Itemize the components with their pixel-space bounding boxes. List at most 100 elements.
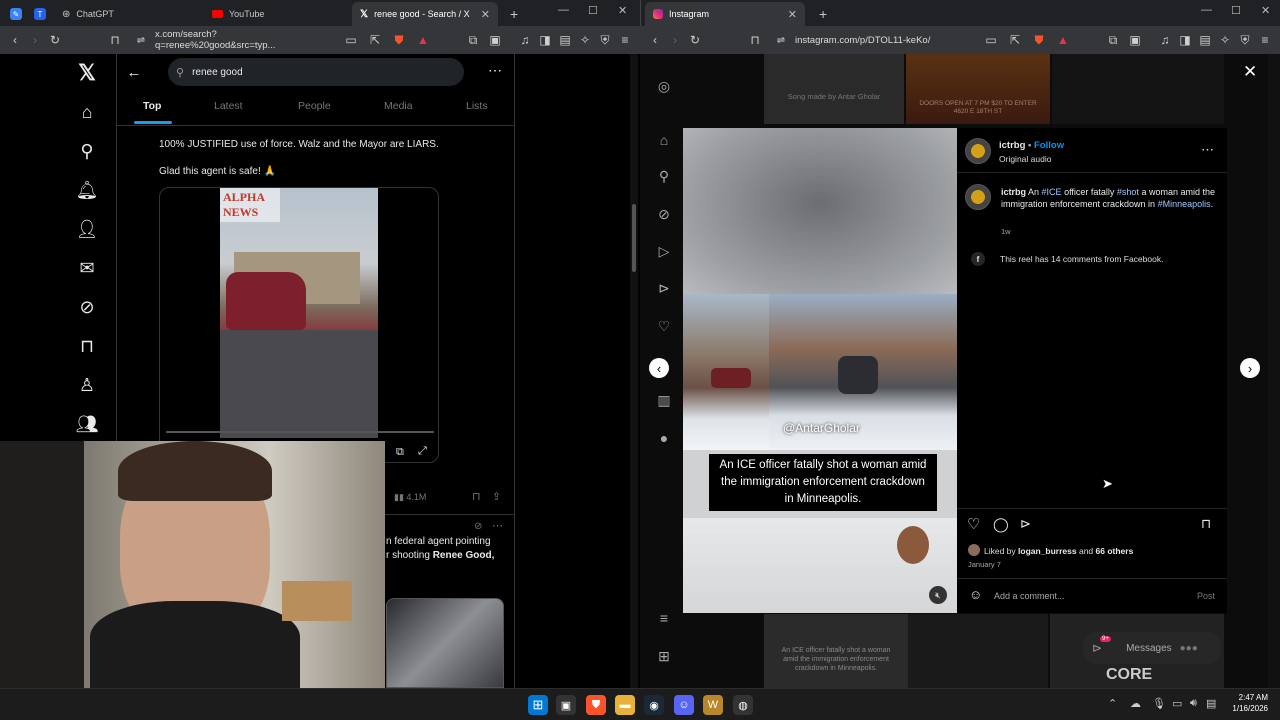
- original-audio-link[interactable]: Original audio: [999, 154, 1051, 164]
- comment-icon[interactable]: ◯: [993, 516, 1009, 533]
- brave-rewards-icon[interactable]: ▲: [1054, 31, 1072, 49]
- reload-icon[interactable]: ↻: [686, 31, 704, 49]
- likes-count[interactable]: 66 others: [1096, 546, 1134, 556]
- liker-avatar[interactable]: [968, 544, 980, 556]
- minimize-icon[interactable]: —: [1201, 4, 1212, 16]
- notifications-icon[interactable]: ♡: [654, 316, 674, 336]
- battery-icon[interactable]: ▤: [1206, 697, 1216, 710]
- sidebar-icon[interactable]: ◨: [536, 31, 554, 49]
- bg-thumbnail[interactable]: An ICE officer fatally shot a woman amid…: [764, 614, 908, 688]
- vpn-icon[interactable]: ⛨: [596, 31, 614, 49]
- tab-lists[interactable]: Lists: [466, 100, 488, 112]
- search-icon[interactable]: ⚲: [74, 138, 100, 164]
- communities-icon[interactable]: 👥︎: [74, 411, 100, 437]
- close-modal-icon[interactable]: ✕: [1243, 62, 1257, 82]
- search-icon[interactable]: ⚲: [654, 166, 674, 186]
- new-tab-button[interactable]: +: [811, 2, 829, 26]
- network-icon[interactable]: ▭: [1172, 697, 1182, 710]
- tab-search-icon[interactable]: ▣: [486, 31, 504, 49]
- video-progress[interactable]: [166, 431, 434, 433]
- tab-youtube[interactable]: YouTube: [204, 2, 352, 26]
- maximize-icon[interactable]: ☐: [588, 4, 598, 17]
- close-tab-icon[interactable]: ✕: [481, 8, 490, 21]
- obs-icon[interactable]: ◍: [733, 695, 753, 715]
- mute-icon[interactable]: 🔇︎: [929, 586, 947, 604]
- back-icon[interactable]: ‹: [646, 31, 664, 49]
- brave-shield-icon[interactable]: ⛊: [1030, 31, 1048, 49]
- brave-shield-icon[interactable]: ⛊: [390, 31, 408, 49]
- more-options-icon[interactable]: ⋯: [1201, 142, 1214, 158]
- profile-avatar-icon[interactable]: ●: [654, 428, 674, 448]
- minimize-icon[interactable]: —: [558, 4, 569, 16]
- app-icon[interactable]: ▣: [556, 695, 576, 715]
- pip-icon[interactable]: ⧉: [396, 446, 404, 459]
- follow-button[interactable]: Follow: [1034, 140, 1064, 151]
- more-menu-icon[interactable]: ≡: [654, 608, 674, 628]
- sidebar-icon[interactable]: ◨: [1176, 31, 1194, 49]
- caption-avatar[interactable]: [965, 184, 991, 210]
- tab-chatgpt[interactable]: ⊛ ChatGPT: [54, 2, 202, 26]
- liker-username[interactable]: logan_burress: [1018, 546, 1077, 556]
- hashtag-minneapolis[interactable]: #Minneapolis: [1158, 199, 1211, 209]
- follow-icon[interactable]: 👤︎: [74, 216, 100, 242]
- game-launcher-icon[interactable]: W: [703, 695, 723, 715]
- install-icon[interactable]: ▭: [342, 31, 360, 49]
- tab-latest[interactable]: Latest: [214, 100, 243, 112]
- share-icon[interactable]: ⇱: [1006, 31, 1024, 49]
- more-icon[interactable]: ⋯: [492, 519, 503, 532]
- previous-post-icon[interactable]: ‹: [649, 358, 669, 378]
- x-search-box[interactable]: ⚲ renee good: [168, 58, 464, 86]
- share-icon[interactable]: ⊳: [1020, 516, 1031, 532]
- jobs-icon[interactable]: ♙: [74, 372, 100, 398]
- volume-icon[interactable]: 🔊︎: [1190, 697, 1197, 710]
- bg-thumbnail[interactable]: [1052, 54, 1224, 124]
- messages-icon[interactable]: ⊳: [654, 278, 674, 298]
- next-post-icon[interactable]: ›: [1240, 358, 1260, 378]
- bg-flyer[interactable]: DOORS OPEN AT 7 PM $20 TO ENTER 4620 E 1…: [906, 54, 1050, 124]
- new-tab-button[interactable]: +: [502, 2, 520, 26]
- reel-video[interactable]: @AntarGholar An ICE officer fatally shot…: [683, 128, 957, 613]
- microphone-icon[interactable]: 🎙︎: [1152, 697, 1166, 710]
- install-icon[interactable]: ▭: [982, 31, 1000, 49]
- messages-pill[interactable]: ⊳ 9+ Messages ●●●: [1082, 632, 1222, 664]
- tab-people[interactable]: People: [298, 100, 331, 112]
- menu-icon[interactable]: ≡: [616, 31, 634, 49]
- address-bar[interactable]: x.com/search?q=renee%20good&src=typ...: [155, 28, 335, 52]
- file-explorer-icon[interactable]: ▬: [615, 695, 635, 715]
- instagram-logo-icon[interactable]: ◎: [654, 76, 674, 96]
- windows-start-icon[interactable]: ⊞: [528, 695, 548, 715]
- address-bar[interactable]: instagram.com/p/DTOL11-keKo/: [795, 28, 975, 52]
- steam-icon[interactable]: ◉: [644, 695, 664, 715]
- bookmarks-icon[interactable]: ⊓: [74, 333, 100, 359]
- media-icon[interactable]: ♫: [1156, 31, 1174, 49]
- share-icon[interactable]: ⇱: [366, 31, 384, 49]
- leo-ai-icon[interactable]: ✧: [576, 31, 594, 49]
- tab-media[interactable]: Media: [384, 100, 413, 112]
- pinned-tab-1[interactable]: ✎: [6, 2, 26, 26]
- username-link[interactable]: ictrbg: [999, 140, 1025, 151]
- show-hidden-icons-icon[interactable]: ⌃: [1108, 697, 1117, 710]
- post-comment-button[interactable]: Post: [1197, 591, 1215, 601]
- reload-icon[interactable]: ↻: [46, 31, 64, 49]
- back-icon[interactable]: ‹: [6, 31, 24, 49]
- bookmark-icon[interactable]: ⊓: [746, 31, 764, 49]
- x-logo-icon[interactable]: 𝕏: [74, 60, 100, 86]
- forward-icon[interactable]: ›: [26, 31, 44, 49]
- also-from-meta-icon[interactable]: ⊞: [654, 646, 674, 666]
- maximize-icon[interactable]: ☐: [1231, 4, 1241, 17]
- leo-ai-icon[interactable]: ✧: [1216, 31, 1234, 49]
- close-window-icon[interactable]: ✕: [618, 4, 627, 17]
- home-icon[interactable]: ⌂: [74, 99, 100, 125]
- extensions-icon[interactable]: ⧉: [464, 31, 482, 49]
- comment-input[interactable]: Add a comment...: [994, 591, 1065, 601]
- extensions-icon[interactable]: ⧉: [1104, 31, 1122, 49]
- hashtag-ice[interactable]: #ICE: [1042, 187, 1062, 197]
- site-info-icon[interactable]: ⇌: [132, 31, 150, 49]
- close-tab-icon[interactable]: ✕: [788, 8, 797, 21]
- wallet-icon[interactable]: ▤: [1196, 31, 1214, 49]
- dashboard-icon[interactable]: ▥: [654, 390, 674, 410]
- left-scrollbar-track[interactable]: [630, 54, 638, 688]
- bg-thumbnail[interactable]: Song made by Antar Gholar: [764, 54, 904, 124]
- views-count[interactable]: ▮▮ 4.1M: [394, 492, 426, 503]
- like-icon[interactable]: ♡: [967, 515, 980, 533]
